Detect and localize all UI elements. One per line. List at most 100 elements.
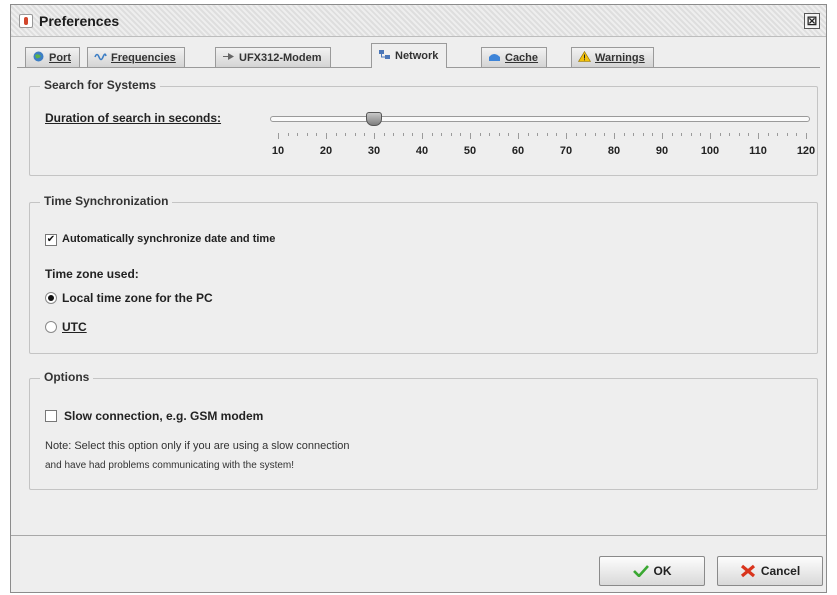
local-timezone-label: Local time zone for the PC — [62, 291, 213, 305]
slider-minor-tick — [604, 133, 606, 136]
cancel-label: Cancel — [760, 564, 801, 578]
modem-icon — [223, 53, 234, 60]
slider-minor-tick — [537, 133, 539, 136]
options-group-title: Options — [40, 370, 94, 384]
slider-minor-tick — [431, 133, 433, 136]
duration-slider-track[interactable] — [270, 116, 810, 122]
slider-tick-label: 90 — [655, 145, 669, 157]
tab-ufx312-modem-label: UFX312-Modem — [239, 52, 322, 64]
tab-frequencies[interactable]: Frequencies — [87, 47, 185, 67]
slider-minor-tick — [575, 133, 577, 136]
slider-minor-tick — [729, 133, 731, 136]
utc-label: UTC — [62, 320, 87, 334]
utc-radio[interactable] — [45, 321, 57, 333]
slider-minor-tick — [412, 133, 414, 136]
slider-minor-tick — [748, 133, 750, 136]
title-bar[interactable]: Preferences ⊠ — [11, 5, 826, 37]
slider-minor-tick — [335, 133, 337, 136]
ok-button[interactable]: OK — [599, 556, 705, 586]
app-icon — [19, 14, 33, 28]
close-button[interactable]: ⊠ — [804, 13, 820, 29]
slider-minor-tick — [326, 133, 327, 139]
time-sync-group-title: Time Synchronization — [40, 194, 173, 208]
slider-tick-label: 120 — [796, 145, 816, 157]
slider-minor-tick — [354, 133, 356, 136]
slider-minor-tick — [422, 133, 423, 139]
tab-network[interactable]: Network — [371, 43, 448, 68]
duration-slider-thumb[interactable] — [366, 112, 382, 126]
checkmark-icon: ✔ — [46, 234, 56, 245]
search-group: Search for Systems Duration of search in… — [29, 78, 818, 176]
slider-minor-tick — [345, 133, 347, 136]
options-group: Options Slow connection, e.g. GSM modem … — [29, 370, 818, 490]
tab-warnings[interactable]: Warnings — [571, 47, 654, 67]
slider-minor-tick — [662, 133, 663, 139]
globe-icon — [33, 51, 44, 62]
slider-minor-tick — [623, 133, 625, 136]
slider-minor-tick — [364, 133, 366, 136]
slider-minor-tick — [489, 133, 491, 136]
note-line-1: Note: Select this option only if you are… — [45, 440, 350, 452]
slider-minor-tick — [719, 133, 721, 136]
slider-minor-tick — [710, 133, 711, 139]
slider-tick-label: 50 — [463, 145, 477, 157]
slider-tick-label: 60 — [511, 145, 525, 157]
slider-minor-tick — [287, 133, 289, 136]
slider-minor-tick — [393, 133, 395, 136]
slider-tick-label: 10 — [271, 145, 285, 157]
tab-frequencies-label: Frequencies — [111, 52, 176, 64]
tab-port[interactable]: Port — [25, 47, 80, 67]
slider-tick-label: 70 — [559, 145, 573, 157]
cache-icon — [489, 54, 500, 61]
slider-minor-tick — [585, 133, 587, 136]
slider-minor-tick — [278, 133, 279, 139]
slow-connection-checkbox[interactable] — [45, 410, 57, 422]
slider-minor-tick — [777, 133, 779, 136]
slider-minor-tick — [700, 133, 702, 136]
tab-warnings-label: Warnings — [595, 52, 645, 64]
slider-tick-label: 80 — [607, 145, 621, 157]
timezone-label: Time zone used: — [45, 267, 139, 281]
local-timezone-radio[interactable] — [45, 292, 57, 304]
tab-port-label: Port — [49, 52, 71, 64]
tab-cache[interactable]: Cache — [481, 47, 548, 67]
slider-minor-tick — [546, 133, 548, 136]
slider-minor-tick — [479, 133, 481, 136]
slider-tick-label: 110 — [749, 145, 767, 157]
ok-label: OK — [653, 564, 672, 578]
time-sync-group: Time Synchronization ✔ Automatically syn… — [29, 194, 818, 354]
slider-minor-tick — [470, 133, 471, 139]
slider-tick-label: 100 — [700, 145, 720, 157]
slider-minor-tick — [498, 133, 500, 136]
footer-divider — [11, 535, 826, 536]
slider-minor-tick — [642, 133, 644, 136]
slider-minor-tick — [508, 133, 510, 136]
cancel-button[interactable]: Cancel — [717, 556, 823, 586]
duration-label: Duration of search in seconds: — [45, 111, 222, 125]
auto-sync-checkbox[interactable]: ✔ — [45, 234, 57, 246]
slider-minor-tick — [518, 133, 519, 139]
slider-minor-tick — [767, 133, 769, 136]
slider-minor-tick — [758, 133, 759, 139]
slider-minor-tick — [633, 133, 635, 136]
auto-sync-label: Automatically synchronize date and time — [62, 233, 276, 245]
slider-minor-tick — [527, 133, 529, 136]
slow-connection-label: Slow connection, e.g. GSM modem — [64, 409, 264, 423]
slider-minor-tick — [806, 133, 807, 139]
slider-tick-label: 20 — [319, 145, 333, 157]
checkmark-icon — [632, 565, 649, 577]
tab-cache-label: Cache — [505, 52, 539, 64]
tab-ufx312-modem[interactable]: UFX312-Modem — [215, 47, 331, 67]
slider-minor-tick — [556, 133, 558, 136]
slider-minor-tick — [652, 133, 654, 136]
slider-minor-tick — [681, 133, 683, 136]
slider-minor-tick — [594, 133, 596, 136]
slider-minor-tick — [316, 133, 318, 136]
slider-minor-tick — [383, 133, 385, 136]
slider-minor-tick — [566, 133, 567, 139]
slider-minor-tick — [306, 133, 308, 136]
slider-tick-label: 40 — [415, 145, 429, 157]
search-group-title: Search for Systems — [40, 78, 161, 92]
tab-network-label: Network — [395, 50, 439, 62]
note-line-2: and have had problems communicating with… — [45, 460, 295, 471]
